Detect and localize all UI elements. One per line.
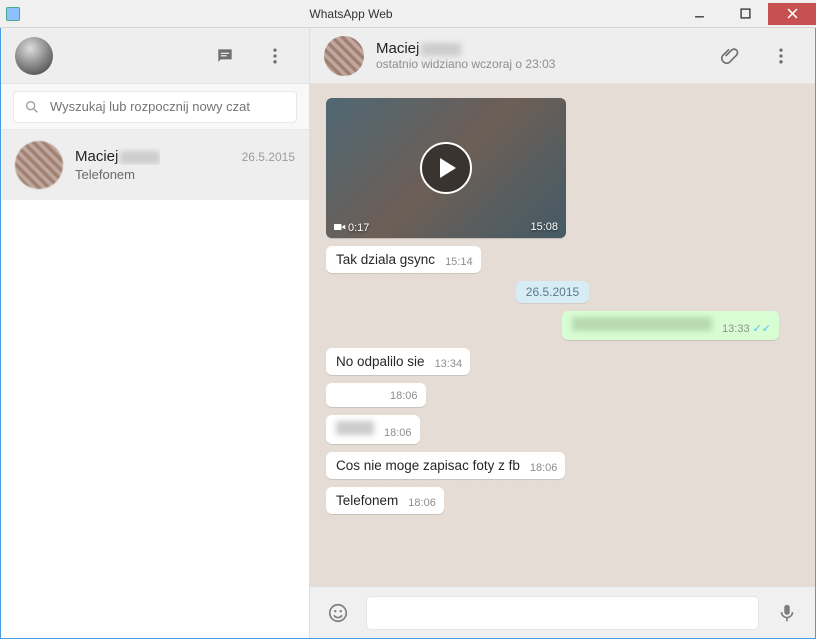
contact-preview: Telefonem xyxy=(75,167,295,182)
message-in[interactable]: 18:06 xyxy=(326,383,426,407)
chat-icon xyxy=(215,46,235,66)
message-text: Tak dziala gsync xyxy=(336,252,435,267)
paperclip-icon xyxy=(719,46,739,66)
video-message[interactable]: 0:17 15:08 xyxy=(326,98,566,238)
message-out[interactable]: 13:33✓✓ xyxy=(562,311,779,340)
window-title: WhatsApp Web xyxy=(26,7,676,21)
search-icon xyxy=(24,99,40,115)
message-in[interactable]: Telefonem 18:06 xyxy=(326,487,444,514)
date-separator: 26.5.2015 xyxy=(516,281,589,303)
minimize-button[interactable] xyxy=(676,3,722,25)
chat-header: Maciej ostatnio widziano wczoraj o 23:03 xyxy=(310,28,815,84)
mic-icon xyxy=(776,602,798,624)
app-icon xyxy=(6,7,20,21)
search-input[interactable] xyxy=(50,99,286,114)
message-text xyxy=(572,317,712,334)
video-time: 15:08 xyxy=(530,221,558,234)
contact-date: 26.5.2015 xyxy=(242,150,295,164)
message-text xyxy=(336,421,374,438)
message-in[interactable]: Cos nie moge zapisac foty z fb 18:06 xyxy=(326,452,565,479)
read-ticks-icon: ✓✓ xyxy=(753,323,771,335)
compose-bar xyxy=(310,586,815,638)
maximize-button[interactable] xyxy=(722,3,768,25)
message-time: 18:06 xyxy=(408,497,436,509)
close-button[interactable] xyxy=(768,3,816,25)
message-time: 13:34 xyxy=(435,358,463,370)
video-duration: 0:17 xyxy=(334,221,369,234)
search-box[interactable] xyxy=(13,91,297,123)
chat-menu-button[interactable] xyxy=(761,36,801,76)
menu-button[interactable] xyxy=(255,36,295,76)
kebab-icon xyxy=(771,46,791,66)
message-time: 18:06 xyxy=(384,427,412,439)
search-bar xyxy=(1,84,309,130)
message-time: 18:06 xyxy=(390,390,418,402)
window-controls xyxy=(676,3,816,25)
contact-name: Maciej xyxy=(75,148,160,165)
message-text: Cos nie moge zapisac foty z fb xyxy=(336,458,520,473)
message-time: 18:06 xyxy=(530,462,558,474)
mic-button[interactable] xyxy=(769,595,805,631)
new-chat-button[interactable] xyxy=(205,36,245,76)
sidebar-header xyxy=(1,28,309,84)
kebab-icon xyxy=(265,46,285,66)
self-avatar[interactable] xyxy=(15,37,53,75)
message-in[interactable]: Tak dziala gsync 15:14 xyxy=(326,246,481,273)
play-icon xyxy=(420,142,472,194)
message-list[interactable]: 0:17 15:08 Tak dziala gsync 15:14 26.5.2… xyxy=(310,84,815,586)
contact-avatar xyxy=(15,141,63,189)
chat-contact-name: Maciej xyxy=(376,40,697,57)
chat-pane: Maciej ostatnio widziano wczoraj o 23:03… xyxy=(310,28,815,638)
message-in[interactable]: No odpalilo sie 13:34 xyxy=(326,348,470,375)
attach-button[interactable] xyxy=(709,36,749,76)
chat-avatar[interactable] xyxy=(324,36,364,76)
chat-list[interactable]: Maciej 26.5.2015 Telefonem xyxy=(1,130,309,638)
sidebar: Maciej 26.5.2015 Telefonem xyxy=(1,28,310,638)
message-text: No odpalilo sie xyxy=(336,354,425,369)
chat-status: ostatnio widziano wczoraj o 23:03 xyxy=(376,57,697,71)
message-time: 13:33✓✓ xyxy=(722,322,771,335)
chat-list-item[interactable]: Maciej 26.5.2015 Telefonem xyxy=(1,130,309,200)
emoji-button[interactable] xyxy=(320,595,356,631)
message-time: 15:14 xyxy=(445,256,473,268)
emoji-icon xyxy=(327,602,349,624)
message-input[interactable] xyxy=(366,596,759,630)
message-text: Telefonem xyxy=(336,493,398,508)
message-in[interactable]: 18:06 xyxy=(326,415,420,444)
window-titlebar: WhatsApp Web xyxy=(0,0,816,28)
